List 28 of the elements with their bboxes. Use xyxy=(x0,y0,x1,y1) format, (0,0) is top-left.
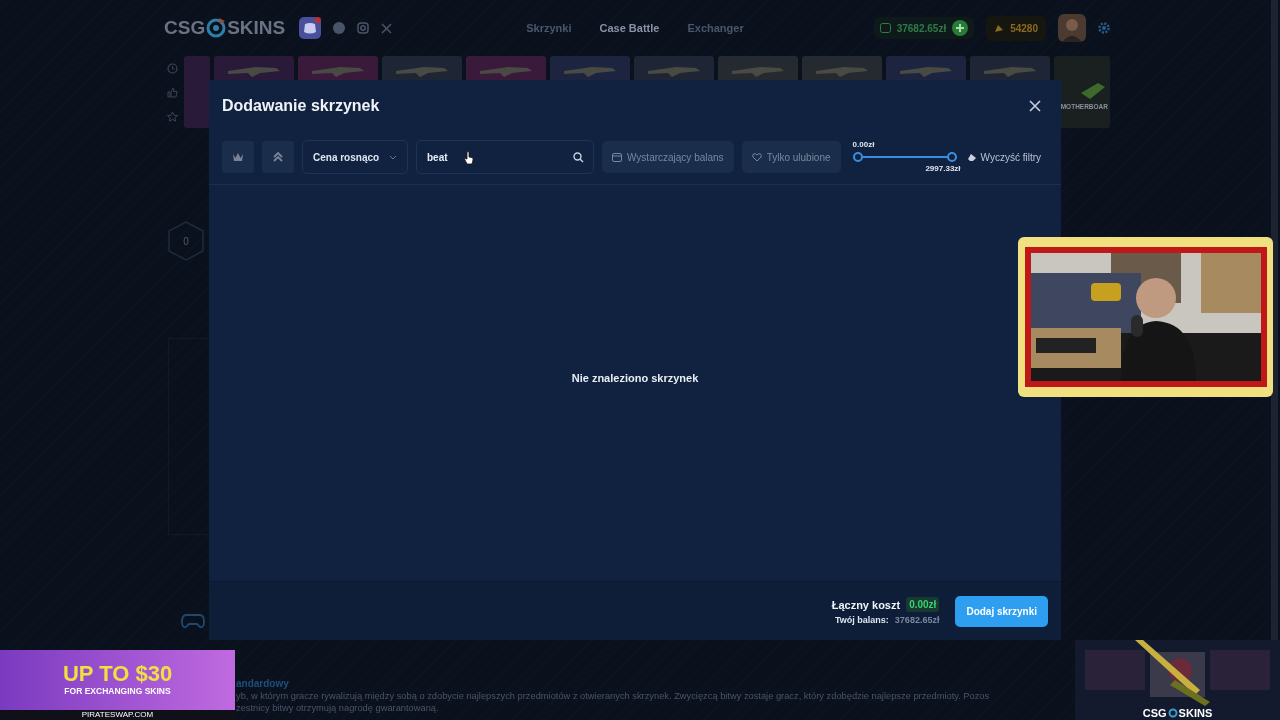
points-chip[interactable]: 54280 xyxy=(986,15,1046,41)
total-value: 0.00zł xyxy=(906,597,940,612)
site-logo[interactable]: CSG SKINS xyxy=(164,17,286,39)
mode-description: zestnicy bitwy otrzymują nagrodę gwarantowaną. xyxy=(236,702,440,714)
balance-label: Twój balans: xyxy=(835,615,889,625)
filter-toggle[interactable]: Wystarczający balans xyxy=(602,141,734,173)
price-min-label: 0.00zł xyxy=(852,140,875,149)
balance-value: 37682.65zł xyxy=(894,615,940,625)
price-max-label: 2997.33zł xyxy=(925,164,961,173)
filter-toggle[interactable]: Tylko ulubione xyxy=(741,141,841,173)
ad-headline: UP TO $30 xyxy=(62,662,173,686)
total-label: Łączny koszt xyxy=(831,598,901,611)
modal-title: Dodawanie skrzynek xyxy=(222,97,380,115)
ad-subline: FOR EXCHANGING SKINS xyxy=(64,686,171,696)
nav-tab[interactable]: Exchanger xyxy=(687,22,744,34)
balance-chip[interactable]: 37682.65zł xyxy=(873,17,975,39)
nav-tab[interactable]: Case Battle xyxy=(599,22,660,34)
nav-tab[interactable]: Skrzynki xyxy=(526,22,572,34)
ad-site-label: PIRATESWAP.COM xyxy=(0,710,235,720)
mode-title: andardowy xyxy=(236,678,290,690)
empty-message: Nie znaleziono skrzynek xyxy=(571,372,699,384)
search-field[interactable]: beat xyxy=(416,140,594,174)
sort-dropdown[interactable]: Cena rosnąco xyxy=(302,140,408,174)
add-cases-button[interactable]: Dodaj skrzynki xyxy=(955,595,1048,627)
mode-description: yb, w którym gracze rywalizują między sobą o zdobycie najlepszych przedmiotów z otwieranych skrzynek. Zwycięzcą bitwy zostaje gracz, który zdobędzie najlepsze przedmioty. Pozos xyxy=(236,690,990,702)
player-count-badge: 0 xyxy=(167,221,205,261)
clear-filters-button[interactable]: Wyczyść filtry xyxy=(966,151,1042,163)
overlay-logo: CSG SKINS xyxy=(1142,706,1213,720)
